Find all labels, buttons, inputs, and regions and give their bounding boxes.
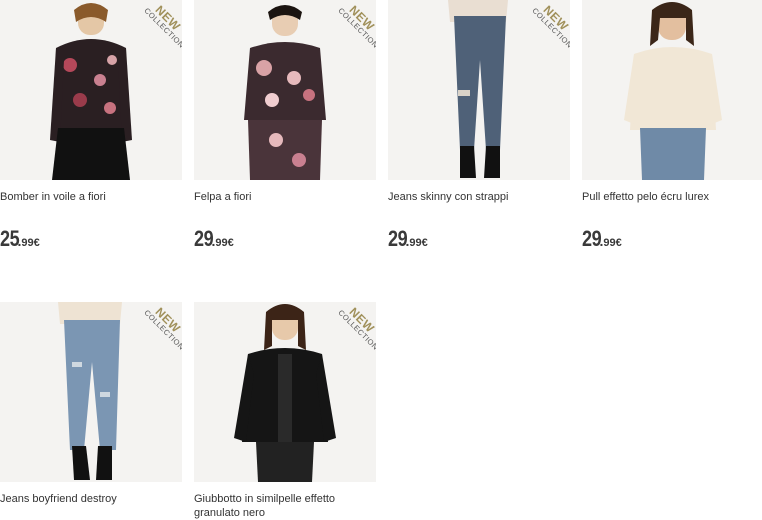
product-name[interactable]: Bomber in voile a fiori [0,190,182,204]
product-card[interactable]: Pull effetto pelo écru lurex 29.99€ [582,0,762,251]
product-name[interactable]: Jeans skinny con strappi [388,190,570,204]
product-card[interactable]: NEW COLLECTION* Jeans boyfriend destroy [0,302,186,505]
product-image[interactable]: NEW COLLECTION* [0,0,182,180]
product-name[interactable]: Giubbotto in similpelle effetto granulat… [194,492,376,520]
product-image[interactable]: NEW COLLECTION* [194,0,376,180]
product-image[interactable] [582,0,762,180]
product-name[interactable]: Felpa a fiori [194,190,376,204]
product-card[interactable]: NEW COLLECTION* Felpa a fiori 29.99€ [194,0,380,251]
product-image[interactable]: NEW COLLECTION* [388,0,570,180]
product-name[interactable]: Pull effetto pelo écru lurex [582,190,762,204]
product-price: 29.99€ [388,226,428,251]
product-image[interactable]: NEW COLLECTION* [194,302,376,482]
product-price: 29.99€ [582,226,622,251]
product-card[interactable]: NEW COLLECTION* Giubbotto in similpelle … [194,302,380,519]
product-card[interactable]: NEW COLLECTION* Bomber in voile a fiori … [0,0,186,251]
product-price: 25.99€ [0,226,40,251]
product-card[interactable]: NEW COLLECTION* Jeans skinny con strappi… [388,0,574,251]
product-image[interactable]: NEW COLLECTION* [0,302,182,482]
product-name[interactable]: Jeans boyfriend destroy [0,492,182,506]
product-price: 29.99€ [194,226,234,251]
